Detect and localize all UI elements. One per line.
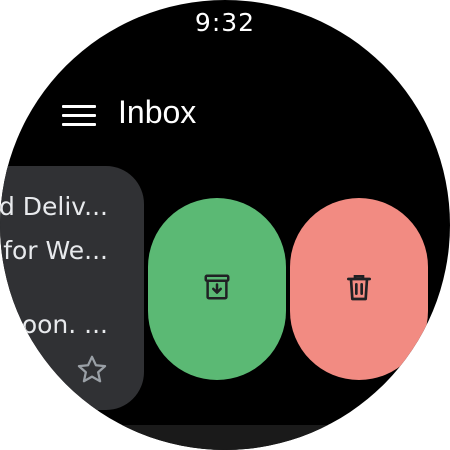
delete-button[interactable]	[290, 198, 428, 380]
delete-icon	[343, 270, 375, 309]
archive-icon	[202, 272, 232, 307]
watch-screen: 9:32 Inbox d Deliv... for We... oon. ...	[0, 0, 450, 450]
next-email-card[interactable]	[100, 425, 350, 450]
email-snippet-line: oon. ...	[21, 310, 108, 339]
star-icon[interactable]	[74, 352, 110, 388]
email-subject-line: d Deliv...	[0, 192, 108, 221]
page-title: Inbox	[118, 94, 197, 130]
status-time: 9:32	[194, 8, 256, 37]
archive-button[interactable]	[148, 198, 286, 380]
email-list-item[interactable]: d Deliv... for We... oon. ...	[0, 166, 144, 410]
email-subject-line-2: for We...	[3, 236, 108, 265]
menu-icon[interactable]	[62, 104, 96, 128]
